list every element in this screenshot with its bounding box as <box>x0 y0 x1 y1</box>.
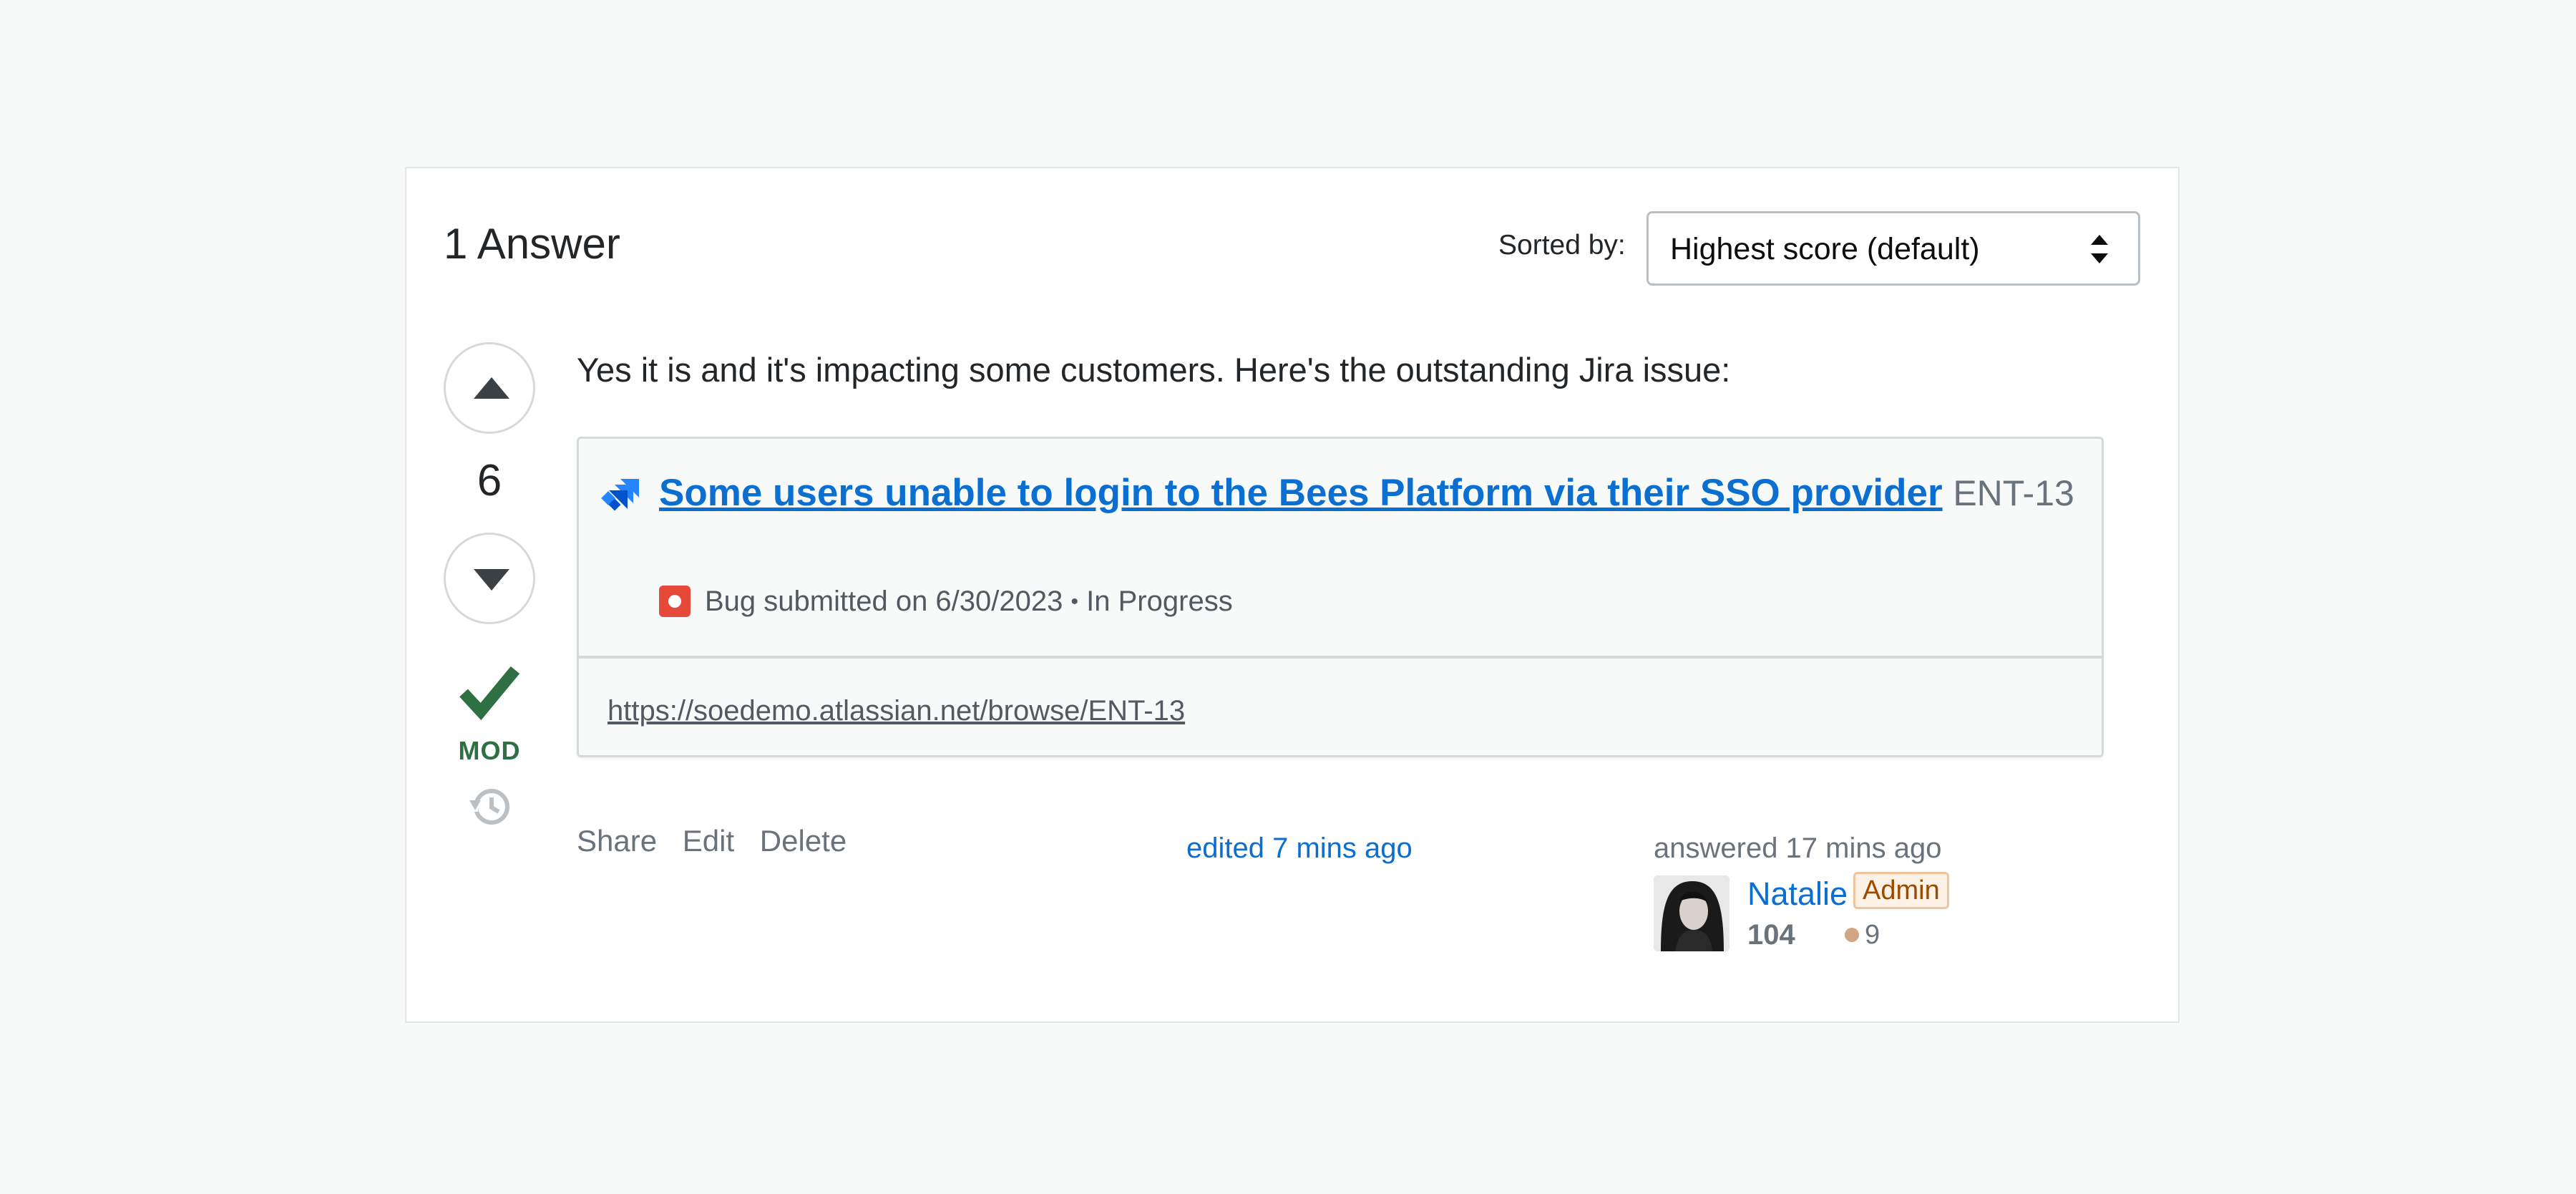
jira-issue-key: ENT-13 <box>1953 473 2074 513</box>
bug-icon <box>659 586 691 617</box>
history-icon[interactable] <box>468 785 512 833</box>
answer-actions: Share Edit Delete <box>577 822 864 860</box>
sort-label: Sorted by: <box>1498 230 1626 261</box>
jira-issue-meta: Bug submitted on 6/30/2023 • In Progress <box>659 582 1233 621</box>
jira-issue-type: Bug <box>705 586 756 617</box>
user-reputation: 104 <box>1747 919 1795 951</box>
bronze-badge-icon <box>1845 928 1859 942</box>
jira-issue-card: Some users unable to login to the Bees P… <box>577 437 2104 757</box>
jira-logo-icon <box>600 477 640 521</box>
jira-issue-header: Some users unable to login to the Bees P… <box>579 439 2102 659</box>
share-link[interactable]: Share <box>577 824 657 858</box>
sort-arrows-icon <box>2091 235 2108 263</box>
sort-selected-value: Highest score (default) <box>1670 232 1980 266</box>
edited-timestamp-link[interactable]: edited 7 mins ago <box>1186 830 1413 866</box>
checkmark-icon <box>459 664 520 725</box>
delete-link[interactable]: Delete <box>760 824 847 858</box>
user-avatar[interactable] <box>1654 875 1729 951</box>
mod-label: MOD <box>458 736 521 765</box>
jira-issue-title: Some users unable to login to the Bees P… <box>659 465 2083 522</box>
answered-timestamp: answered 17 mins ago <box>1654 833 1942 864</box>
sort-select[interactable]: Highest score (default) <box>1646 211 2140 286</box>
jira-issue-url[interactable]: https://soedemo.atlassian.net/browse/ENT… <box>608 693 1185 729</box>
jira-issue-link[interactable]: Some users unable to login to the Bees P… <box>659 472 1943 514</box>
admin-badge: Admin <box>1853 872 1949 909</box>
upvote-button[interactable] <box>444 342 535 434</box>
jira-issue-status: In Progress <box>1086 586 1233 617</box>
triangle-up-icon <box>474 377 509 399</box>
edit-link[interactable]: Edit <box>683 824 734 858</box>
bronze-badge-number: 9 <box>1865 920 1880 950</box>
bronze-badge-count: 9 <box>1845 917 1880 953</box>
downvote-button[interactable] <box>444 533 535 624</box>
triangle-down-icon <box>474 569 509 591</box>
answers-count-title: 1 Answer <box>444 220 620 268</box>
vote-count: 6 <box>477 456 502 505</box>
answer-body-text: Yes it is and it's impacting some custom… <box>577 351 1731 389</box>
jira-submitted-date: submitted on 6/30/2023 <box>763 586 1063 617</box>
answers-card: 1 Answer Sorted by: Highest score (defau… <box>405 167 2180 1023</box>
user-name-link[interactable]: Natalie <box>1747 875 1848 913</box>
meta-separator: • <box>1070 590 1079 613</box>
